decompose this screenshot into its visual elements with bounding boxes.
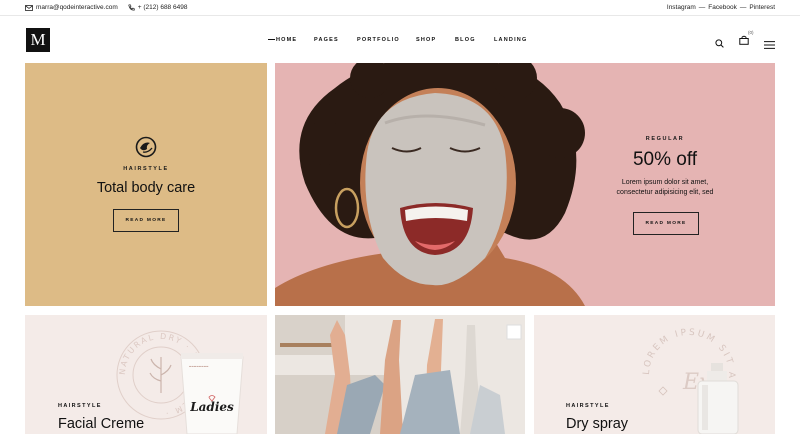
hero-model-image [275, 63, 585, 306]
facebook-link[interactable]: Facebook [708, 4, 737, 11]
hair-emblem-icon [135, 136, 157, 158]
search-icon [715, 39, 724, 48]
tile-title: Facial Creme [58, 416, 145, 432]
read-more-button[interactable]: READ MORE [633, 212, 699, 235]
separator: — [698, 4, 706, 11]
pinterest-link[interactable]: Pinterest [749, 4, 775, 11]
product-tile-facial-creme[interactable]: NATURAL DRY · MADE BALM · ▬▬▬▬▬▬▬▬ Ladie… [25, 315, 267, 434]
spray-bottle-image [697, 363, 739, 434]
phone-icon [128, 4, 135, 11]
nav-item-home[interactable]: HOME [268, 37, 297, 43]
tile-kicker: HAIRSTYLE [123, 166, 169, 172]
svg-text:▬▬▬▬▬▬▬▬: ▬▬▬▬▬▬▬▬ [189, 365, 209, 368]
main-header: M HOME PAGES PORTFOLIO SHOP BLOG LANDING… [0, 17, 800, 62]
hamburger-icon [764, 41, 775, 49]
phone-link[interactable]: + (212) 688 6498 [128, 4, 188, 11]
nav-item-portfolio[interactable]: PORTFOLIO [357, 37, 400, 43]
lifestyle-tile-legs[interactable] [275, 315, 525, 434]
nav-item-shop[interactable]: SHOP [416, 37, 436, 43]
email-link[interactable]: marra@qodeinteractive.com [25, 4, 118, 11]
nav-label: HOME [276, 37, 298, 43]
promo-kicker: REGULAR [645, 136, 685, 142]
product-tile-dry-spray[interactable]: LOREM IPSUM SIT AMET · Eye HAIRSTYLE Dry… [534, 315, 775, 434]
cart-count: (0) [748, 30, 754, 35]
tile-title: Total body care [96, 180, 196, 196]
menu-button[interactable] [764, 36, 775, 54]
nav-item-pages[interactable]: PAGES [314, 37, 339, 43]
active-indicator [268, 39, 275, 41]
tile-kicker: HAIRSTYLE [566, 403, 610, 409]
social-links: Instagram — Facebook — Pinterest [667, 4, 775, 11]
lifestyle-photo [275, 315, 525, 434]
instagram-link[interactable]: Instagram [667, 4, 696, 11]
tile-kicker: HAIRSTYLE [58, 403, 102, 409]
mail-icon [25, 4, 33, 11]
nav-item-landing[interactable]: LANDING [494, 37, 527, 43]
cream-tube-image: ▬▬▬▬▬▬▬▬ Ladies [180, 353, 244, 434]
promo-title: 50% off [632, 149, 698, 170]
phone-text: + (212) 688 6498 [137, 4, 188, 11]
promo-tile-face-mask[interactable]: REGULAR 50% off Lorem ipsum dolor sit am… [275, 63, 775, 306]
promo-tile-body-care[interactable]: HAIRSTYLE Total body care READ MORE [25, 63, 267, 306]
search-button[interactable] [715, 35, 724, 53]
read-more-button[interactable]: READ MORE [113, 209, 179, 232]
nav-item-blog[interactable]: BLOG [455, 37, 476, 43]
promo-text-block: REGULAR 50% off Lorem ipsum dolor sit am… [605, 63, 725, 306]
top-bar: marra@qodeinteractive.com + (212) 688 64… [0, 0, 800, 16]
tile-title: Dry spray [566, 416, 629, 432]
bag-icon [739, 35, 749, 45]
site-logo[interactable]: M [26, 28, 50, 52]
email-text: marra@qodeinteractive.com [36, 4, 118, 11]
separator: — [739, 4, 747, 11]
cart-button[interactable]: (0) [739, 30, 754, 50]
product-label: Ladies [189, 400, 234, 414]
promo-text-line-2: consectetur adipisicing elit, sed [616, 189, 714, 196]
promo-text-line-1: Lorem ipsum dolor sit amet, [621, 179, 709, 186]
